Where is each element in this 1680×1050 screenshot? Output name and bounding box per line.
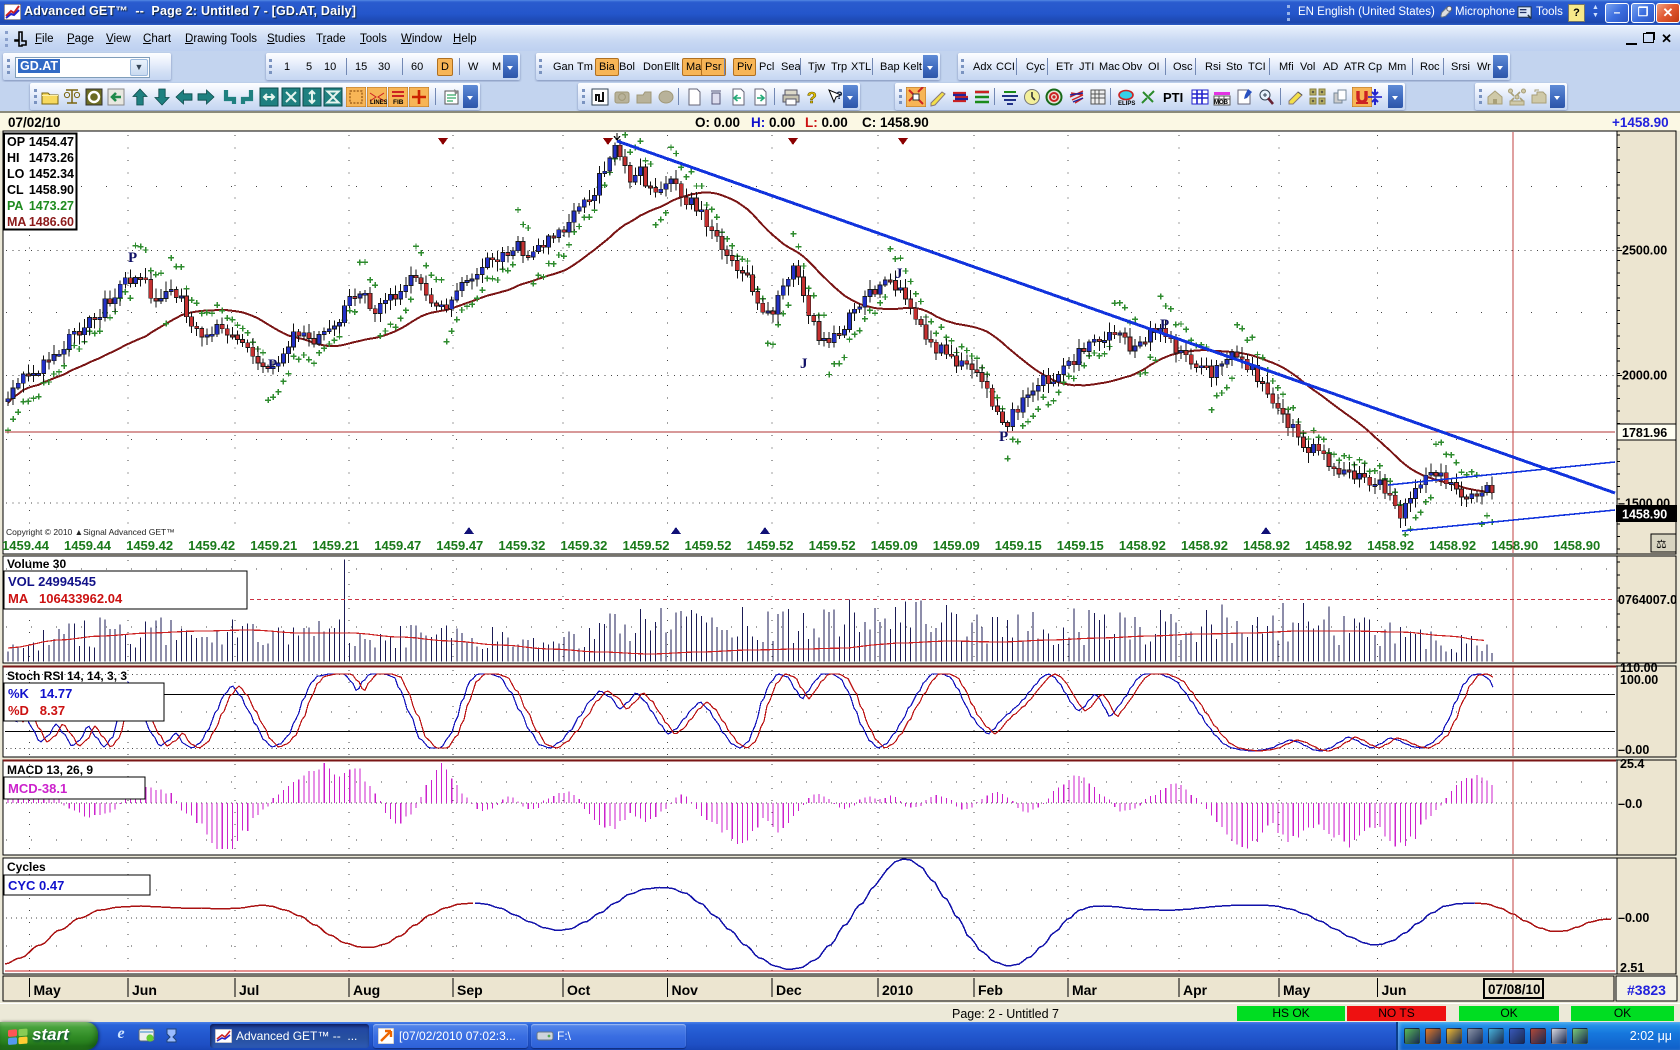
svg-text:1459.52: 1459.52 — [623, 538, 670, 553]
svg-text:1458.92: 1458.92 — [1367, 538, 1414, 553]
svg-text:Mar: Mar — [1072, 982, 1097, 998]
svg-text:Oct: Oct — [567, 982, 591, 998]
svg-text:P: P — [268, 357, 277, 373]
svg-text:%K 14.77: %K 14.77 — [8, 686, 72, 701]
svg-text:%D 8.37: %D 8.37 — [8, 703, 65, 718]
svg-text:–0.00: –0.00 — [1618, 911, 1649, 925]
svg-text:Jun: Jun — [132, 982, 157, 998]
svg-text:1459.09: 1459.09 — [871, 538, 918, 553]
svg-text:OP: OP — [7, 135, 25, 149]
svg-text:1454.47: 1454.47 — [29, 135, 74, 149]
svg-text:1458.92: 1458.92 — [1181, 538, 1228, 553]
svg-text:1458.92: 1458.92 — [1305, 538, 1352, 553]
svg-text:1459.47: 1459.47 — [374, 538, 421, 553]
svg-text:1459.15: 1459.15 — [1057, 538, 1104, 553]
svg-text:1458.92: 1458.92 — [1243, 538, 1290, 553]
svg-text:1781.96: 1781.96 — [1622, 426, 1667, 440]
svg-text:Dec: Dec — [776, 982, 802, 998]
svg-text:Volume 30: Volume 30 — [7, 557, 66, 571]
svg-text:J: J — [895, 266, 903, 282]
svg-text:Sep: Sep — [457, 982, 483, 998]
svg-text:Feb: Feb — [978, 982, 1003, 998]
svg-text:P: P — [999, 429, 1008, 445]
svg-text:Aug: Aug — [353, 982, 380, 998]
svg-text:1459.32: 1459.32 — [498, 538, 545, 553]
svg-text:1473.26: 1473.26 — [29, 151, 74, 165]
svg-text:Cycles: Cycles — [7, 860, 46, 874]
svg-text:Jul: Jul — [239, 982, 259, 998]
svg-text:1458.92: 1458.92 — [1119, 538, 1166, 553]
svg-text:1459.21: 1459.21 — [312, 538, 359, 553]
svg-text:1458.90: 1458.90 — [1491, 538, 1538, 553]
svg-text:Apr: Apr — [1183, 982, 1208, 998]
svg-text:PA: PA — [7, 199, 23, 213]
svg-text:1458.90: 1458.90 — [29, 183, 74, 197]
svg-text:1459.21: 1459.21 — [250, 538, 297, 553]
svg-text:1459.09: 1459.09 — [933, 538, 980, 553]
svg-text:MACD 13, 26, 9: MACD 13, 26, 9 — [7, 763, 93, 777]
svg-text:CL: CL — [7, 183, 24, 197]
svg-text:1459.44: 1459.44 — [2, 538, 50, 553]
svg-text:LO: LO — [7, 167, 25, 181]
svg-text:#3823: #3823 — [1627, 982, 1666, 998]
svg-text:1458.92: 1458.92 — [1429, 538, 1476, 553]
svg-text:1459.52: 1459.52 — [809, 538, 856, 553]
svg-text:May: May — [34, 982, 61, 998]
svg-text:2010: 2010 — [882, 982, 913, 998]
svg-text:25.4: 25.4 — [1620, 757, 1644, 771]
svg-text:1458.90: 1458.90 — [1622, 508, 1667, 522]
svg-text:1459.52: 1459.52 — [747, 538, 794, 553]
svg-text:P: P — [128, 250, 137, 266]
svg-text:100.00: 100.00 — [1620, 673, 1658, 687]
svg-text:1459.52: 1459.52 — [685, 538, 732, 553]
svg-text:CYC 0.47: CYC 0.47 — [8, 878, 64, 893]
svg-text:07/08/10: 07/08/10 — [1488, 982, 1541, 997]
svg-text:Jun: Jun — [1382, 982, 1407, 998]
svg-text:HI: HI — [7, 151, 20, 165]
svg-text:P: P — [1160, 317, 1169, 333]
svg-text:1459.44: 1459.44 — [64, 538, 112, 553]
svg-text:MA: MA — [7, 215, 26, 229]
svg-text:1486.60: 1486.60 — [29, 215, 74, 229]
svg-text:1459.42: 1459.42 — [188, 538, 235, 553]
svg-text:1473.27: 1473.27 — [29, 199, 74, 213]
svg-text:MCD-38.1: MCD-38.1 — [8, 781, 67, 796]
svg-text:–0.00: –0.00 — [1618, 743, 1649, 757]
svg-text:2500.00: 2500.00 — [1622, 244, 1667, 258]
svg-text:Stoch RSI 14, 14, 3, 3: Stoch RSI 14, 14, 3, 3 — [7, 669, 127, 683]
svg-text:VOL 24994545: VOL 24994545 — [8, 574, 96, 589]
svg-text:1459.15: 1459.15 — [995, 538, 1042, 553]
svg-text:1458.90: 1458.90 — [1553, 538, 1600, 553]
svg-text:1452.34: 1452.34 — [29, 167, 74, 181]
svg-text:1459.32: 1459.32 — [560, 538, 607, 553]
svg-text:0764007.0: 0764007.0 — [1618, 593, 1677, 607]
svg-text:J: J — [800, 356, 808, 372]
svg-text:–0.0: –0.0 — [1618, 797, 1642, 811]
svg-text:⚖: ⚖ — [1656, 537, 1667, 551]
svg-text:Nov: Nov — [672, 982, 699, 998]
svg-text:MA 106433962.04: MA 106433962.04 — [8, 591, 123, 606]
svg-text:Copyright © 2010 ▲Signal Advan: Copyright © 2010 ▲Signal Advanced GET™ — [6, 527, 175, 537]
svg-text:1459.47: 1459.47 — [436, 538, 483, 553]
svg-text:2.51: 2.51 — [1620, 961, 1644, 975]
svg-text:2000.00: 2000.00 — [1622, 369, 1667, 383]
svg-text:1459.42: 1459.42 — [126, 538, 173, 553]
svg-text:May: May — [1283, 982, 1310, 998]
